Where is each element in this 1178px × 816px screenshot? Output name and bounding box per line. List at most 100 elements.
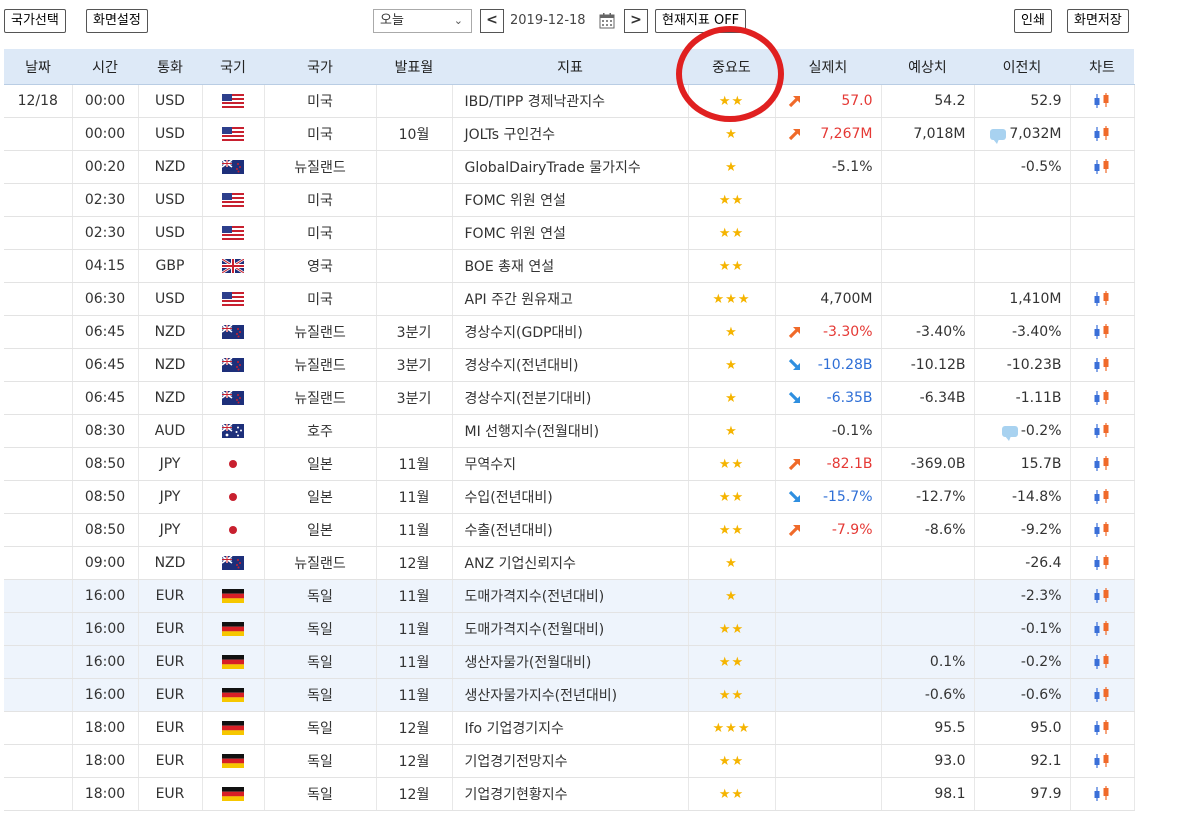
table-row[interactable]: 06:30 USD 미국 API 주간 원유재고 ★★★ 4,700M 1,410M [4, 282, 1135, 316]
candlestick-chart-icon[interactable] [1092, 752, 1112, 770]
indicator-cell[interactable]: 무역수지 [452, 447, 689, 481]
period-select[interactable]: 오늘 ⌄ [373, 9, 472, 33]
indicator-cell[interactable]: 생산자물가(전월대비) [452, 645, 689, 679]
table-row[interactable]: 18:00 EUR 독일 12월 기업경기현황지수 ★★ 98.1 97.9 [4, 777, 1135, 811]
candlestick-chart-icon[interactable] [1092, 158, 1112, 176]
comment-bubble-icon[interactable] [1001, 425, 1018, 441]
candlestick-chart-icon[interactable] [1092, 521, 1112, 539]
importance-stars: ★ [725, 589, 738, 604]
country-select-button[interactable]: 국가선택 [4, 9, 66, 33]
indicator-cell[interactable]: Ifo 기업경기지수 [452, 711, 689, 745]
indicator-cell[interactable]: FOMC 위원 연설 [452, 183, 689, 217]
release-month-cell [376, 249, 453, 283]
table-row[interactable]: 12/18 00:00 USD 미국 IBD/TIPP 경제낙관지수 ★★ 57.0 54.2… [4, 84, 1135, 118]
importance-cell: ★★★ [688, 711, 776, 745]
candlestick-chart-icon[interactable] [1092, 422, 1112, 440]
table-row[interactable]: 02:30 USD 미국 FOMC 위원 연설 ★★ [4, 216, 1135, 250]
country-cell: 독일 [264, 579, 377, 613]
candlestick-chart-icon[interactable] [1092, 389, 1112, 407]
time-cell: 06:45 [72, 381, 139, 415]
importance-cell: ★★ [688, 513, 776, 547]
indicator-cell[interactable]: API 주간 원유재고 [452, 282, 689, 316]
chevron-down-icon: ⌄ [453, 14, 463, 27]
indicator-cell[interactable]: MI 선행지수(전월대비) [452, 414, 689, 448]
indicator-cell[interactable]: 경상수지(전년대비) [452, 348, 689, 382]
table-row[interactable]: 08:50 JPY 일본 11월 무역수지 ★★ -82.1B -369.0B 15.7B [4, 447, 1135, 481]
actual-cell [775, 249, 882, 283]
flag-cell [202, 744, 265, 778]
table-row[interactable]: 18:00 EUR 독일 12월 기업경기전망지수 ★★ 93.0 92.1 [4, 744, 1135, 778]
table-row[interactable]: 08:30 AUD 호주 MI 선행지수(전월대비) ★ -0.1% -0.2% [4, 414, 1135, 448]
importance-cell: ★★ [688, 612, 776, 646]
candlestick-chart-icon[interactable] [1092, 719, 1112, 737]
table-row[interactable]: 16:00 EUR 독일 11월 생산자물가(전월대비) ★★ 0.1% -0.2% [4, 645, 1135, 679]
table-row[interactable]: 06:45 NZD 뉴질랜드 3분기 경상수지(GDP대비) ★ -3.30% -3.40% -… [4, 315, 1135, 349]
candlestick-chart-icon[interactable] [1092, 587, 1112, 605]
indicator-cell[interactable]: FOMC 위원 연설 [452, 216, 689, 250]
candlestick-chart-icon[interactable] [1092, 125, 1112, 143]
table-row[interactable]: 06:45 NZD 뉴질랜드 3분기 경상수지(전년대비) ★ -10.28B -10.12B… [4, 348, 1135, 382]
indicator-cell[interactable]: 도매가격지수(전년대비) [452, 579, 689, 613]
indicator-cell[interactable]: 경상수지(전분기대비) [452, 381, 689, 415]
candlestick-chart-icon[interactable] [1092, 92, 1112, 110]
indicator-cell[interactable]: 수입(전년대비) [452, 480, 689, 514]
indicator-cell[interactable]: GlobalDairyTrade 물가지수 [452, 150, 689, 184]
date-cell [4, 777, 73, 811]
table-row[interactable]: 00:20 NZD 뉴질랜드 GlobalDairyTrade 물가지수 ★ -5.1% -… [4, 150, 1135, 184]
indicator-cell[interactable]: 기업경기전망지수 [452, 744, 689, 778]
indicator-cell[interactable]: IBD/TIPP 경제낙관지수 [452, 84, 689, 118]
date-cell [4, 315, 73, 349]
prev-date-button[interactable]: < [480, 9, 504, 33]
table-row[interactable]: 00:00 USD 미국 10월 JOLTs 구인건수 ★ 7,267M 7,018M 7,03… [4, 117, 1135, 151]
table-row[interactable]: 09:00 NZD 뉴질랜드 12월 ANZ 기업신뢰지수 ★ -26.4 [4, 546, 1135, 580]
candlestick-chart-icon[interactable] [1092, 290, 1112, 308]
table-row[interactable]: 04:15 GBP 영국 BOE 총재 연설 ★★ [4, 249, 1135, 283]
table-row[interactable]: 02:30 USD 미국 FOMC 위원 연설 ★★ [4, 183, 1135, 217]
chart-cell [1070, 480, 1135, 514]
actual-value: -5.1% [831, 159, 873, 175]
indicator-toggle-button[interactable]: 현재지표 OFF [655, 9, 747, 33]
indicator-cell[interactable]: BOE 총재 연설 [452, 249, 689, 283]
flag-cell [202, 513, 265, 547]
comment-bubble-icon[interactable] [990, 128, 1007, 144]
candlestick-chart-icon[interactable] [1092, 455, 1112, 473]
indicator-cell[interactable]: 도매가격지수(전월대비) [452, 612, 689, 646]
candlestick-chart-icon[interactable] [1092, 323, 1112, 341]
nz-flag-icon [222, 160, 244, 174]
candlestick-chart-icon[interactable] [1092, 488, 1112, 506]
next-date-button[interactable]: > [624, 9, 648, 33]
candlestick-chart-icon[interactable] [1092, 554, 1112, 572]
indicator-cell[interactable]: ANZ 기업신뢰지수 [452, 546, 689, 580]
arrow-down-icon [788, 490, 802, 504]
indicator-cell[interactable]: 기업경기현황지수 [452, 777, 689, 811]
column-header: 국기 [202, 49, 264, 85]
table-row[interactable]: 16:00 EUR 독일 11월 도매가격지수(전년대비) ★ -2.3% [4, 579, 1135, 613]
arrow-up-icon [788, 94, 802, 108]
candlestick-chart-icon[interactable] [1092, 653, 1112, 671]
table-row[interactable]: 18:00 EUR 독일 12월 Ifo 기업경기지수 ★★★ 95.5 95.0 [4, 711, 1135, 745]
table-row[interactable]: 06:45 NZD 뉴질랜드 3분기 경상수지(전분기대비) ★ -6.35B -6.34B -… [4, 381, 1135, 415]
date-cell [4, 612, 73, 646]
date-display[interactable]: 2019-12-18 [510, 13, 586, 28]
date-cell [4, 117, 73, 151]
indicator-cell[interactable]: 생산자물가지수(전년대비) [452, 678, 689, 712]
candlestick-chart-icon[interactable] [1092, 686, 1112, 704]
time-cell: 00:20 [72, 150, 139, 184]
importance-stars: ★★★ [712, 721, 751, 736]
table-row[interactable]: 16:00 EUR 독일 11월 도매가격지수(전월대비) ★★ -0.1% [4, 612, 1135, 646]
candlestick-chart-icon[interactable] [1092, 785, 1112, 803]
save-screen-button[interactable]: 화면저장 [1067, 9, 1129, 33]
indicator-cell[interactable]: 경상수지(GDP대비) [452, 315, 689, 349]
de-flag-icon [222, 721, 244, 735]
indicator-cell[interactable]: 수출(전년대비) [452, 513, 689, 547]
screen-settings-button[interactable]: 화면설정 [86, 9, 148, 33]
calendar-icon[interactable] [599, 12, 615, 29]
date-cell [4, 579, 73, 613]
table-row[interactable]: 16:00 EUR 독일 11월 생산자물가지수(전년대비) ★★ -0.6% -0.6% [4, 678, 1135, 712]
table-row[interactable]: 08:50 JPY 일본 11월 수출(전년대비) ★★ -7.9% -8.6% -9.2% [4, 513, 1135, 547]
print-button[interactable]: 인쇄 [1014, 9, 1052, 33]
candlestick-chart-icon[interactable] [1092, 356, 1112, 374]
indicator-cell[interactable]: JOLTs 구인건수 [452, 117, 689, 151]
table-row[interactable]: 08:50 JPY 일본 11월 수입(전년대비) ★★ -15.7% -12.7% -14.8… [4, 480, 1135, 514]
candlestick-chart-icon[interactable] [1092, 620, 1112, 638]
